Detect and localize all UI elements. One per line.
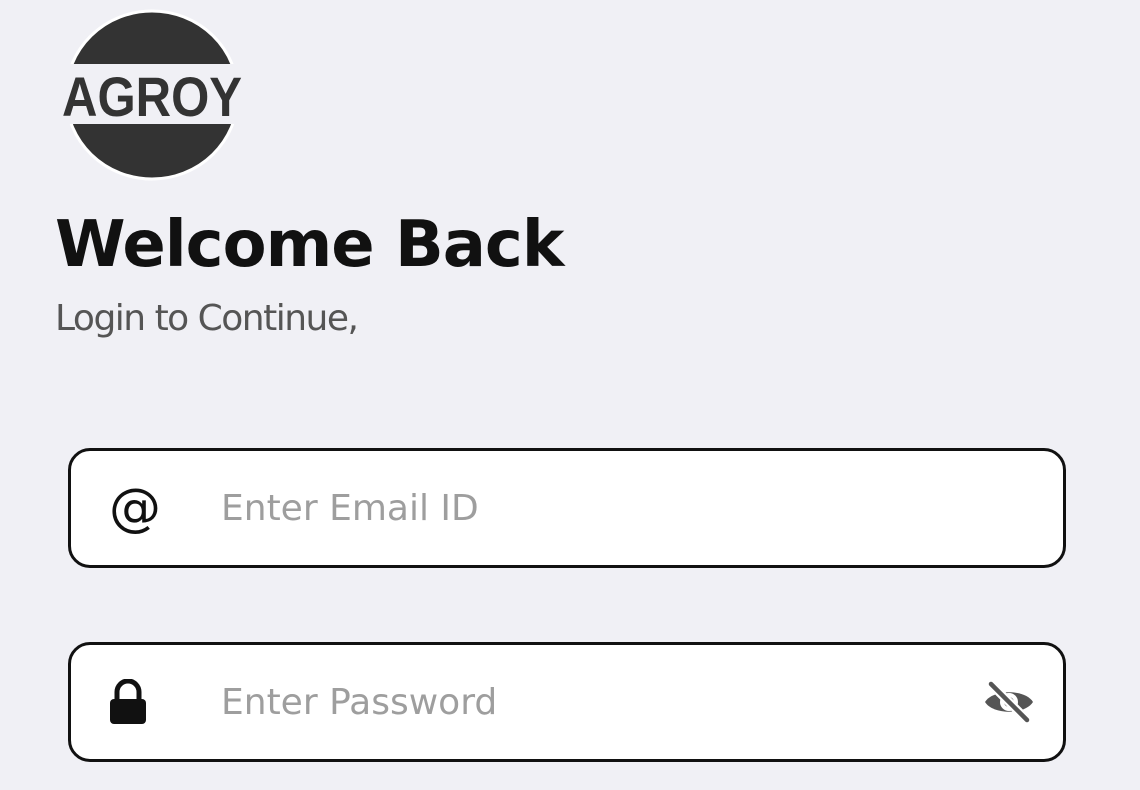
page-subtitle: Login to Continue, [55, 298, 359, 339]
lock-icon [109, 679, 147, 725]
password-input[interactable] [221, 645, 981, 759]
at-sign-icon: @ [109, 478, 161, 538]
password-field[interactable] [68, 642, 1066, 762]
email-input[interactable] [221, 451, 981, 565]
agroy-logo-icon: AGROY [56, 8, 248, 182]
eye-off-icon[interactable] [981, 678, 1037, 726]
email-field[interactable]: @ [68, 448, 1066, 568]
svg-text:AGROY: AGROY [62, 65, 242, 128]
page-title: Welcome Back [55, 208, 564, 282]
